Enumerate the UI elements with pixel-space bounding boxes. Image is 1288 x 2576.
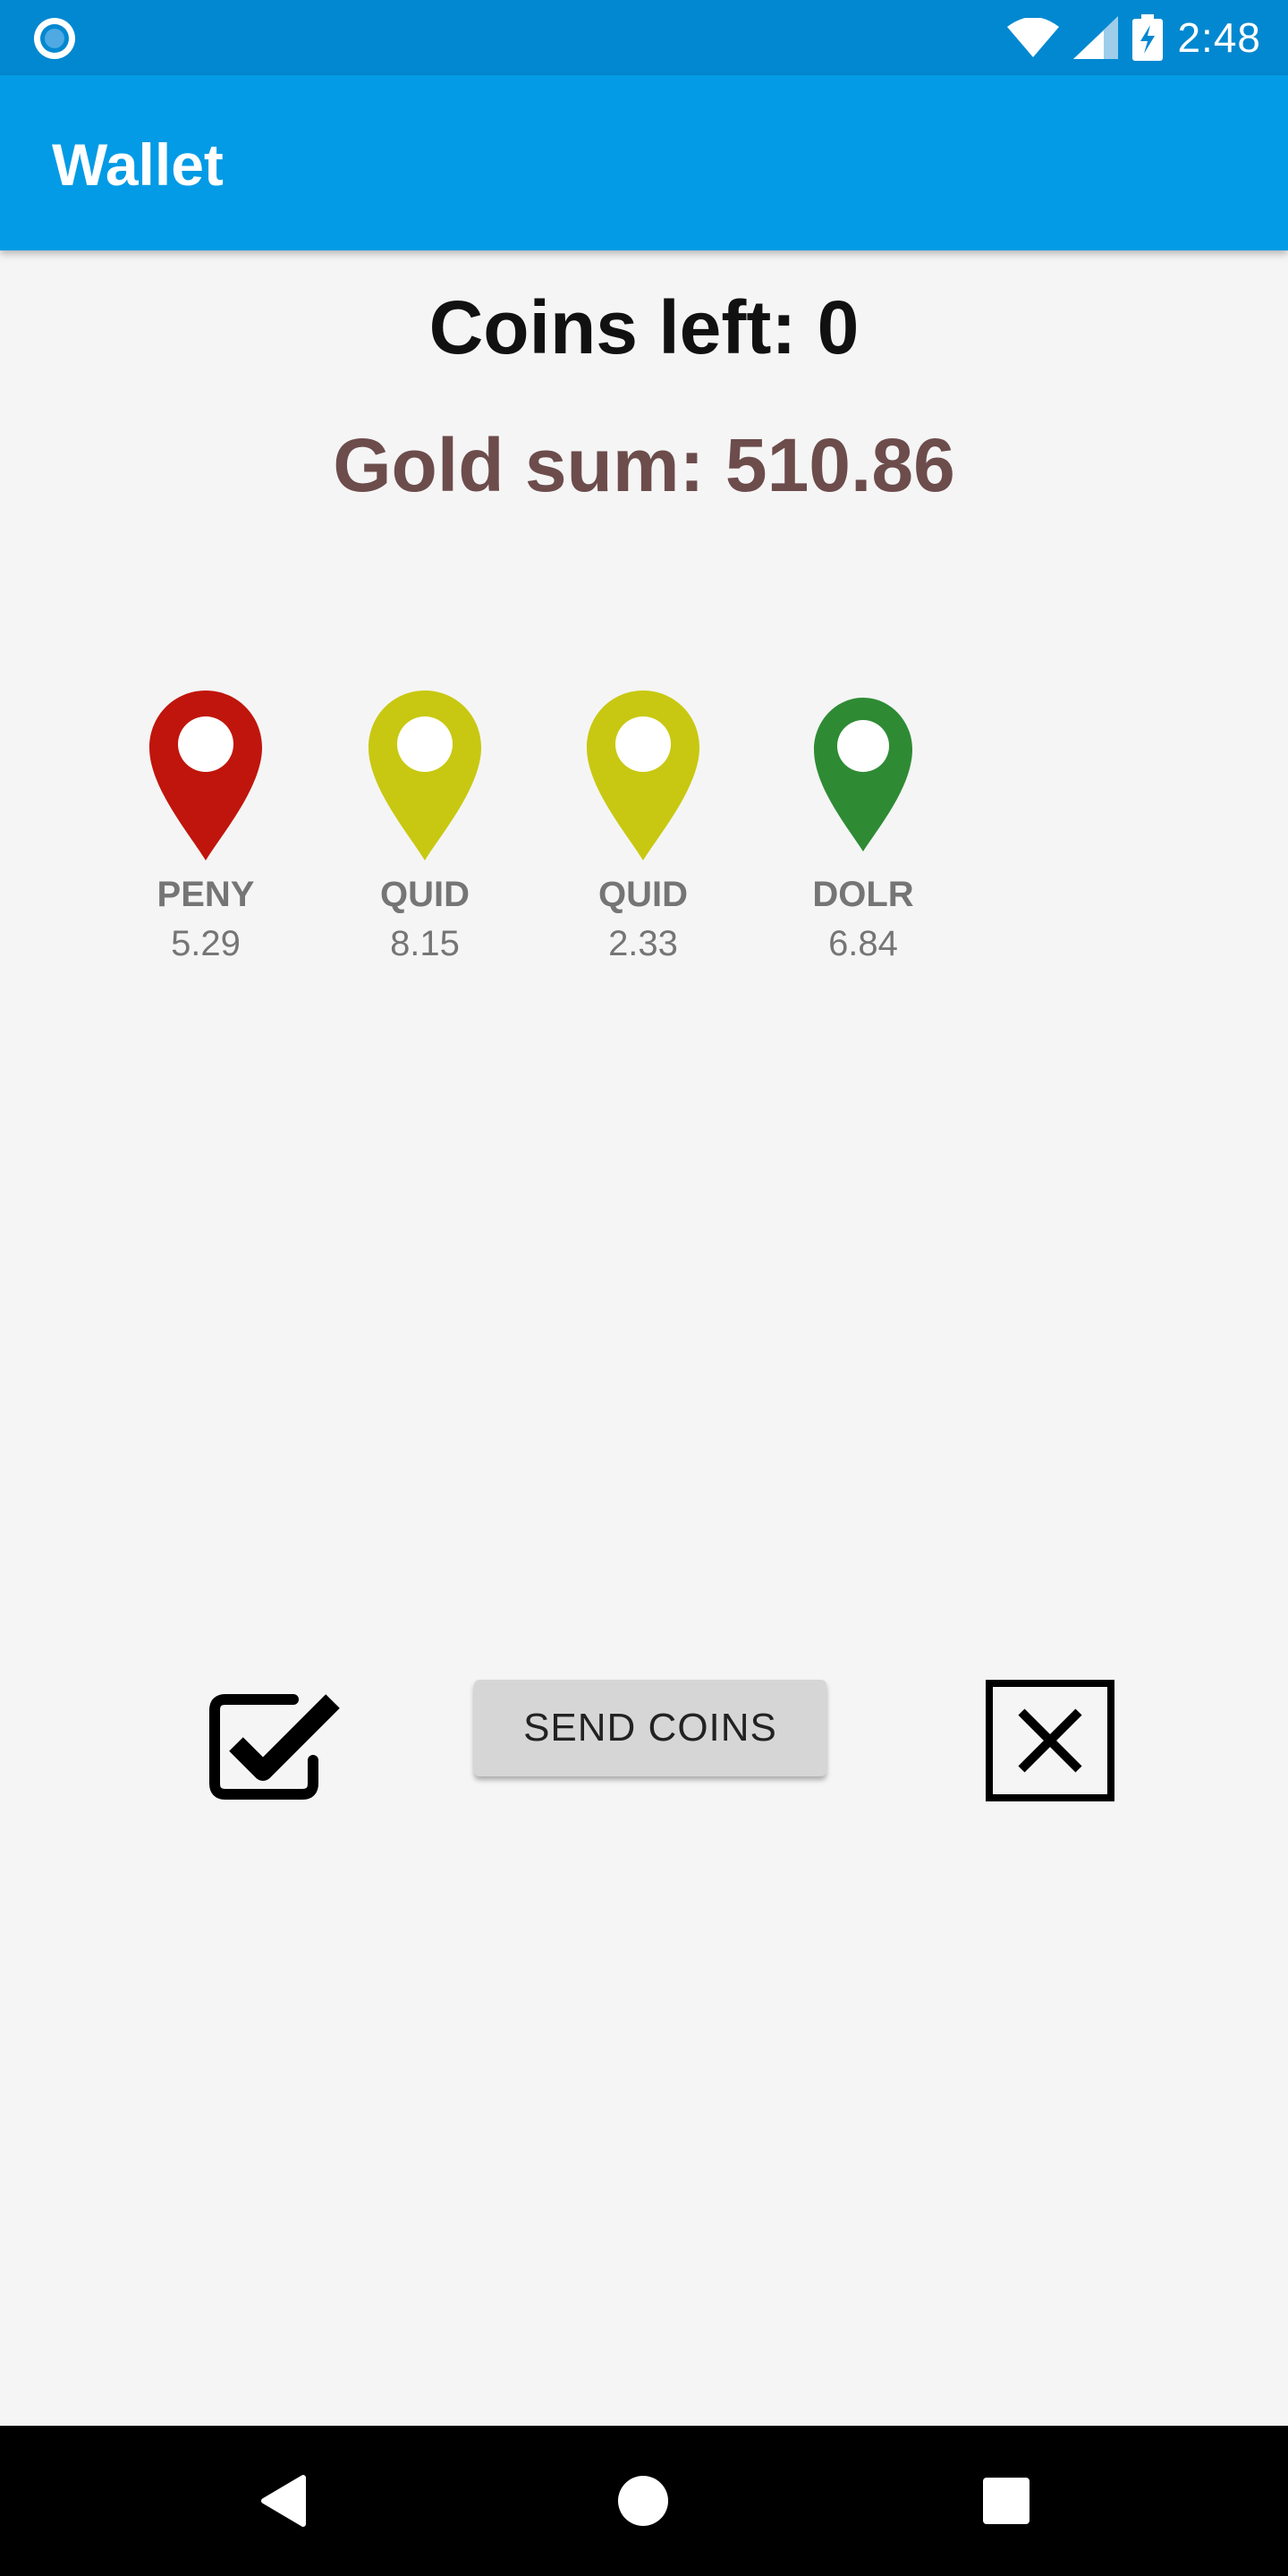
- wifi-icon: [1007, 18, 1060, 57]
- coin-currency: PENY: [157, 875, 255, 914]
- map-marker-icon: [587, 691, 699, 860]
- coin-currency: DOLR: [812, 875, 914, 914]
- coin-value: 5.29: [171, 924, 241, 963]
- recents-icon: [983, 2478, 1030, 2524]
- close-box-icon[interactable]: [986, 1680, 1114, 1801]
- map-marker-icon: [814, 698, 912, 852]
- coin-value: 2.33: [608, 924, 678, 963]
- marker-body: [369, 691, 481, 860]
- cell-signal-icon: [1073, 16, 1119, 59]
- coin-item[interactable]: PENY 5.29: [107, 689, 304, 964]
- coin-value: 6.84: [828, 924, 898, 963]
- map-marker-icon: [369, 691, 481, 860]
- home-icon: [618, 2476, 668, 2526]
- marker-body: [149, 691, 262, 860]
- marker-body: [587, 691, 699, 860]
- status-bar: 2:48: [0, 0, 1288, 75]
- notification-icon: [34, 18, 75, 59]
- navigation-bar: [0, 2426, 1288, 2576]
- coin-item[interactable]: QUID 2.33: [545, 689, 741, 964]
- coin-item[interactable]: QUID 8.15: [326, 689, 523, 964]
- send-coins-button[interactable]: SEND COINS: [474, 1680, 826, 1776]
- checkbox-checked-icon[interactable]: [208, 1689, 342, 1805]
- coin-value: 8.15: [390, 924, 460, 963]
- map-marker-icon: [149, 691, 262, 860]
- page-title: Wallet: [52, 131, 224, 198]
- gold-sum-label: Gold sum: 510.86: [333, 423, 955, 507]
- status-time: 2:48: [1177, 14, 1261, 61]
- battery-charging-icon: [1132, 14, 1164, 61]
- coins-left-label: Coins left: 0: [428, 285, 860, 369]
- coin-currency: QUID: [380, 875, 470, 914]
- coin-currency: QUID: [598, 875, 688, 914]
- recents-button[interactable]: [935, 2426, 1078, 2576]
- coin-list: PENY 5.29 QUID 8.15 QUID 2.33 DOLR 6.84: [0, 689, 1288, 1011]
- back-icon: [261, 2475, 306, 2527]
- app-bar: Wallet: [0, 75, 1288, 250]
- home-button[interactable]: [572, 2426, 715, 2576]
- back-button[interactable]: [211, 2426, 354, 2576]
- coin-item[interactable]: DOLR 6.84: [765, 689, 962, 964]
